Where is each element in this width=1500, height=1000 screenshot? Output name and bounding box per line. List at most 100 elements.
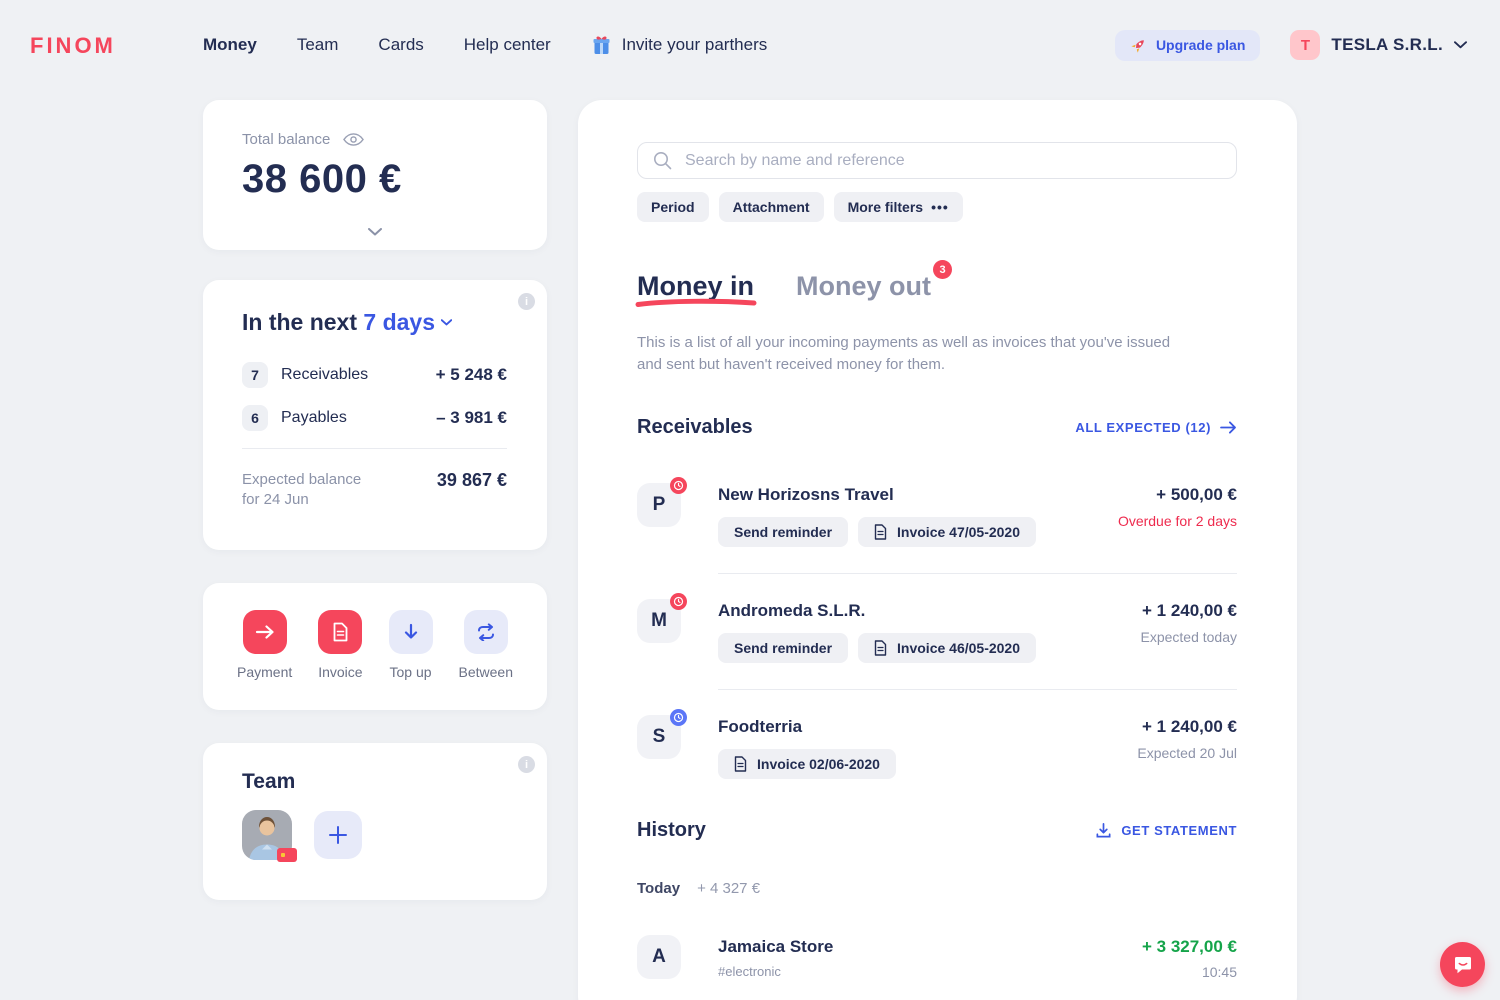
upgrade-plan-label: Upgrade plan xyxy=(1156,37,1245,53)
transaction-time: 10:45 xyxy=(1142,964,1237,980)
clock-icon xyxy=(670,477,687,494)
arrow-right-icon xyxy=(243,610,287,654)
invoice-chip[interactable]: Invoice 46/05-2020 xyxy=(858,633,1036,663)
history-group-amount: + 4 327 € xyxy=(697,880,760,897)
nav-item-invite-partners[interactable]: Invite your parthers xyxy=(591,34,768,56)
finom-dashboard: FINOM Money Team Cards Help center Invit… xyxy=(0,0,1500,1000)
download-icon xyxy=(1095,822,1112,839)
left-sidebar: Total balance 38 600 € i In the next 7 d… xyxy=(203,100,547,900)
top-up-button[interactable]: Top up xyxy=(389,610,433,710)
search-bar xyxy=(637,142,1237,179)
transaction-tag: #electronic xyxy=(718,964,1142,979)
document-icon xyxy=(734,756,747,772)
money-out-badge: 3 xyxy=(933,260,952,279)
period-selector[interactable]: 7 days xyxy=(363,309,452,336)
chevron-down-icon xyxy=(1454,41,1467,49)
receivable-row[interactable]: P New Horizosns Travel Send reminder xyxy=(637,483,1237,599)
receivables-summary-row[interactable]: 7 Receivables + 5 248 € xyxy=(242,362,507,388)
payables-count-badge: 6 xyxy=(242,405,268,431)
counterparty-name: Andromeda S.L.R. xyxy=(718,601,1140,621)
payment-button[interactable]: Payment xyxy=(237,610,292,710)
arrow-right-icon xyxy=(1220,421,1237,434)
avatar: P xyxy=(637,483,681,527)
team-card: i Team xyxy=(203,743,547,900)
upcoming-card: i In the next 7 days 7 Receivables + 5 2… xyxy=(203,280,547,550)
payables-amount: – 3 981 € xyxy=(436,408,507,428)
between-label: Between xyxy=(459,664,513,680)
expected-balance-amount: 39 867 € xyxy=(437,470,507,511)
account-avatar: T xyxy=(1290,30,1320,60)
send-reminder-button[interactable]: Send reminder xyxy=(718,517,848,547)
money-panel: Period Attachment More filters ••• Money… xyxy=(578,100,1297,1000)
counterparty-name: New Horizosns Travel xyxy=(718,485,1118,505)
amount: + 1 240,00 € xyxy=(1140,601,1237,621)
plus-icon xyxy=(328,825,348,845)
amount: + 1 240,00 € xyxy=(1137,717,1237,737)
history-group-header: Today + 4 327 € xyxy=(637,880,1237,897)
document-icon xyxy=(318,610,362,654)
document-icon xyxy=(874,640,887,656)
payment-label: Payment xyxy=(237,664,292,680)
clock-icon xyxy=(670,709,687,726)
invoice-chip[interactable]: Invoice 02/06-2020 xyxy=(718,749,896,779)
nav-item-help-center[interactable]: Help center xyxy=(464,35,551,55)
nav-item-team[interactable]: Team xyxy=(297,35,339,55)
team-title: Team xyxy=(242,770,507,794)
status-badge: Overdue for 2 days xyxy=(1118,513,1237,529)
invoice-label: Invoice xyxy=(318,664,362,680)
history-row[interactable]: A Jamaica Store #electronic + 3 327,00 €… xyxy=(637,935,1237,1000)
search-icon xyxy=(653,151,672,170)
eye-icon[interactable] xyxy=(343,132,364,147)
dots-icon: ••• xyxy=(931,199,949,215)
nav-item-cards[interactable]: Cards xyxy=(378,35,423,55)
clock-icon xyxy=(670,593,687,610)
money-tabs: Money in Money out 3 xyxy=(637,271,1237,302)
account-switcher[interactable]: T TESLA S.R.L. xyxy=(1290,30,1467,60)
quick-actions-card: Payment Invoice Top up Between xyxy=(203,583,547,710)
nav-item-money[interactable]: Money xyxy=(203,35,257,55)
receivables-label: Receivables xyxy=(281,366,368,384)
get-statement-link[interactable]: GET STATEMENT xyxy=(1095,822,1237,839)
chat-icon xyxy=(1452,954,1474,976)
filter-period[interactable]: Period xyxy=(637,192,709,222)
tab-money-out[interactable]: Money out 3 xyxy=(796,271,931,302)
top-up-label: Top up xyxy=(390,664,432,680)
filter-more[interactable]: More filters ••• xyxy=(834,192,963,222)
tab-money-in[interactable]: Money in xyxy=(637,271,754,302)
history-title: History xyxy=(637,819,706,842)
transfer-icon xyxy=(464,610,508,654)
main-navigation: Money Team Cards Help center Invite your… xyxy=(203,0,767,90)
receivables-amount: + 5 248 € xyxy=(436,365,507,385)
between-accounts-button[interactable]: Between xyxy=(459,610,513,710)
amount: + 3 327,00 € xyxy=(1142,937,1237,957)
search-input[interactable] xyxy=(685,152,1221,170)
avatar: S xyxy=(637,715,681,759)
upcoming-title: In the next xyxy=(242,309,357,335)
status-badge: Expected 20 Jul xyxy=(1137,745,1237,761)
finom-logo[interactable]: FINOM xyxy=(30,33,116,59)
info-icon[interactable]: i xyxy=(518,756,535,773)
receivables-count-badge: 7 xyxy=(242,362,268,388)
total-balance-amount: 38 600 € xyxy=(242,157,507,202)
invoice-button[interactable]: Invoice xyxy=(318,610,362,710)
add-team-member-button[interactable] xyxy=(314,811,362,859)
tab-description: This is a list of all your incoming paym… xyxy=(637,332,1237,376)
upgrade-plan-button[interactable]: Upgrade plan xyxy=(1115,30,1260,61)
payables-summary-row[interactable]: 6 Payables – 3 981 € xyxy=(242,405,507,431)
top-navbar: FINOM Money Team Cards Help center Invit… xyxy=(0,0,1500,90)
divider xyxy=(242,448,507,449)
invoice-chip[interactable]: Invoice 47/05-2020 xyxy=(858,517,1036,547)
team-member-avatar[interactable] xyxy=(242,810,292,860)
info-icon[interactable]: i xyxy=(518,293,535,310)
card-badge xyxy=(277,848,297,862)
expected-balance-label: Expected balance for 24 Jun xyxy=(242,470,361,511)
arrow-down-icon xyxy=(389,610,433,654)
total-balance-card: Total balance 38 600 € xyxy=(203,100,547,250)
chevron-down-icon[interactable] xyxy=(368,223,382,241)
support-chat-button[interactable] xyxy=(1440,942,1485,987)
receivable-row[interactable]: M Andromeda S.L.R. Send reminder xyxy=(637,599,1237,715)
send-reminder-button[interactable]: Send reminder xyxy=(718,633,848,663)
all-expected-link[interactable]: ALL EXPECTED (12) xyxy=(1075,420,1237,435)
filter-attachment[interactable]: Attachment xyxy=(719,192,824,222)
receivable-row[interactable]: S Foodterria Invoice 02/06- xyxy=(637,715,1237,805)
